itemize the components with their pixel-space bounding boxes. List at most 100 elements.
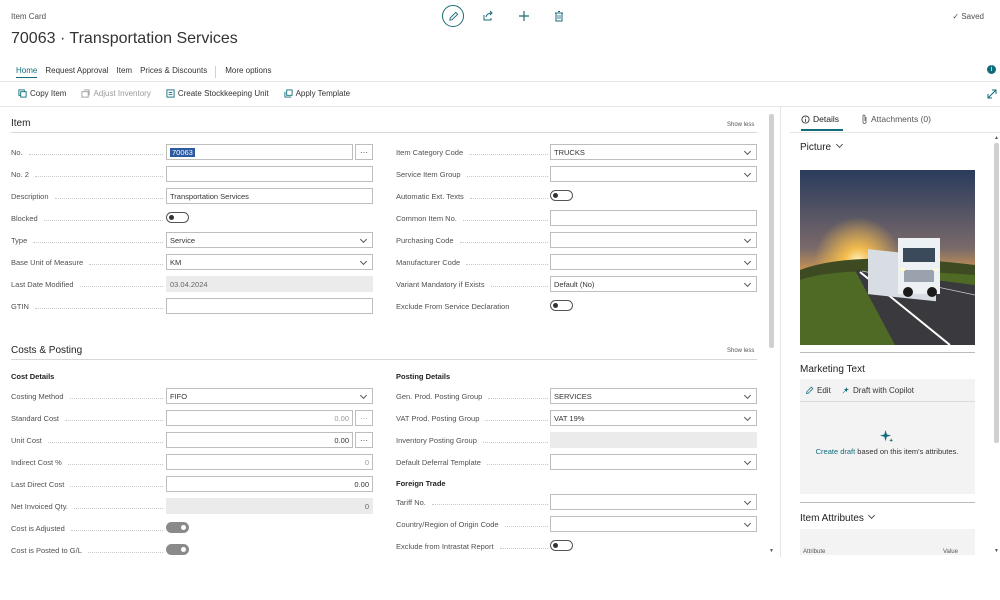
tab-item[interactable]: Item — [117, 66, 133, 78]
draft-with-copilot-button[interactable]: Draft with Copilot — [841, 386, 914, 395]
section-divider — [11, 132, 757, 133]
tab-attachments[interactable]: Attachments (0) — [861, 114, 931, 124]
variant-label: Variant Mandatory if Exists — [396, 280, 548, 289]
divider — [0, 81, 1000, 82]
tab-request-approval[interactable]: Request Approval — [45, 66, 108, 78]
chevron-down-icon — [743, 391, 752, 400]
divider — [790, 132, 1000, 133]
unit-cost-field[interactable]: 0.00 — [166, 432, 353, 448]
intrastat-label: Exclude from Intrastat Report — [396, 542, 548, 551]
pencil-icon — [448, 11, 458, 21]
unit-cost-lookup[interactable]: ··· — [355, 432, 373, 448]
deferral-label: Default Deferral Template — [396, 458, 548, 467]
tab-prices-discounts[interactable]: Prices & Discounts — [140, 66, 207, 78]
common-no-label: Common Item No. — [396, 214, 548, 223]
info-icon[interactable]: i — [987, 65, 996, 74]
purchasing-label: Purchasing Code — [396, 236, 548, 245]
factbox-divider — [780, 107, 781, 557]
delete-button[interactable] — [552, 9, 566, 23]
country-label: Country/Region of Origin Code — [396, 520, 548, 529]
blocked-toggle[interactable] — [166, 212, 189, 223]
scroll-down-arrow[interactable]: ▼ — [769, 548, 774, 554]
gtin-field[interactable] — [166, 298, 373, 314]
foreign-trade-heading: Foreign Trade — [396, 479, 446, 488]
edit-mode-button[interactable] — [442, 5, 464, 27]
no2-field[interactable] — [166, 166, 373, 182]
service-group-select[interactable] — [550, 166, 757, 182]
create-draft-text: Create draft based on this item's attrib… — [812, 446, 962, 457]
share-button[interactable] — [481, 9, 495, 23]
factbox-scrollbar-thumb[interactable] — [994, 143, 999, 443]
intrastat-toggle[interactable] — [550, 540, 573, 551]
new-button[interactable] — [517, 9, 531, 23]
item-show-less[interactable]: Show less — [727, 122, 754, 128]
nav-divider — [215, 66, 217, 78]
no-lookup-button[interactable]: ··· — [355, 144, 373, 160]
factbox-scroll-up[interactable]: ▲ — [994, 135, 999, 141]
chevron-down-icon — [743, 257, 752, 266]
standard-cost-lookup[interactable]: ··· — [355, 410, 373, 426]
last-direct-cost-field[interactable]: 0.00 — [166, 476, 373, 492]
manufacturer-select[interactable] — [550, 254, 757, 270]
vat-prod-select[interactable]: VAT 19% — [550, 410, 757, 426]
expand-icon — [987, 89, 997, 99]
copy-item-button[interactable]: Copy Item — [18, 89, 66, 98]
paperclip-icon — [862, 114, 867, 124]
item-attributes-title[interactable]: Item Attributes — [800, 511, 875, 524]
create-draft-link[interactable]: Create draft — [816, 447, 856, 456]
no-field[interactable]: 70063 — [166, 144, 353, 160]
country-select[interactable] — [550, 516, 757, 532]
standard-cost-field[interactable]: 0.00 — [166, 410, 353, 426]
create-draft-rest: based on this item's attributes. — [855, 447, 959, 456]
vat-prod-label: VAT Prod. Posting Group — [396, 414, 548, 423]
costing-method-label: Costing Method — [11, 392, 163, 401]
exclude-label: Exclude From Service Declaration — [396, 302, 510, 311]
deferral-select[interactable] — [550, 454, 757, 470]
action-nav: Home Request Approval Item Prices & Disc… — [16, 66, 279, 78]
edit-button[interactable]: Edit — [805, 386, 831, 395]
category-select[interactable]: TRUCKS — [550, 144, 757, 160]
create-sku-button[interactable]: Create Stockkeeping Unit — [166, 89, 269, 98]
chevron-down-icon — [743, 147, 752, 156]
adjust-inventory-icon — [81, 89, 91, 98]
plus-icon — [519, 11, 529, 21]
type-select[interactable]: Service — [166, 232, 373, 248]
tab-home[interactable]: Home — [16, 66, 38, 78]
tariff-select[interactable] — [550, 494, 757, 510]
adjust-inventory-button[interactable]: Adjust Inventory — [81, 89, 151, 98]
indirect-cost-field[interactable]: 0 — [166, 454, 373, 470]
create-sku-label: Create Stockkeeping Unit — [177, 89, 269, 98]
chevron-down-icon — [743, 235, 752, 244]
description-field[interactable]: Transportation Services — [166, 188, 373, 204]
auto-ext-toggle[interactable] — [550, 190, 573, 201]
chevron-down-icon — [359, 257, 368, 266]
cost-posted-label: Cost is Posted to G/L — [11, 546, 163, 555]
service-group-label: Service Item Group — [396, 170, 548, 179]
variant-select[interactable]: Default (No) — [550, 276, 757, 292]
chevron-down-icon — [867, 511, 875, 520]
common-no-field[interactable] — [550, 210, 757, 226]
collapse-factbox-button[interactable] — [987, 89, 997, 101]
type-label: Type — [11, 236, 163, 245]
more-options-button[interactable]: More options — [225, 66, 271, 78]
costing-method-select[interactable]: FIFO — [166, 388, 373, 404]
purchasing-select[interactable] — [550, 232, 757, 248]
gen-prod-select[interactable]: SERVICES — [550, 388, 757, 404]
apply-template-button[interactable]: Apply Template — [284, 89, 350, 98]
chevron-down-icon — [743, 457, 752, 466]
inv-posting-field — [550, 432, 757, 448]
active-tab-indicator — [801, 129, 843, 131]
costs-section-title: Costs & Posting — [11, 345, 83, 356]
divider — [800, 401, 975, 402]
tab-details[interactable]: Details — [801, 114, 839, 124]
cost-adjusted-toggle — [166, 522, 189, 533]
saved-label: Saved — [961, 12, 984, 21]
main-scrollbar-thumb[interactable] — [769, 114, 774, 348]
factbox-scroll-down[interactable]: ▼ — [994, 548, 999, 554]
picture-title[interactable]: Picture — [800, 140, 843, 153]
chevron-down-icon — [743, 519, 752, 528]
exclude-toggle[interactable] — [550, 300, 573, 311]
base-uom-select[interactable]: KM — [166, 254, 373, 270]
costs-show-less[interactable]: Show less — [727, 348, 754, 354]
item-picture[interactable] — [800, 170, 975, 345]
